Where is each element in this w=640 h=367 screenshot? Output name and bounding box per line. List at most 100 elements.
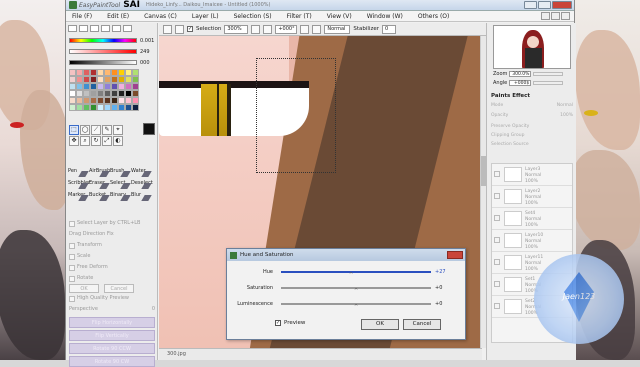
color-swatch[interactable] xyxy=(97,90,104,97)
transform-radio[interactable] xyxy=(69,242,75,249)
color-swatch[interactable] xyxy=(76,69,83,76)
rect-select-icon[interactable]: ⬚ xyxy=(69,125,79,135)
color-swatch[interactable] xyxy=(97,104,104,111)
color-swatch[interactable] xyxy=(83,83,90,90)
brush-tool-brush[interactable]: Brush xyxy=(110,168,131,178)
hand-icon[interactable]: ⤢ xyxy=(102,136,112,146)
brush-tool-marker[interactable]: Marker xyxy=(68,192,89,202)
menu-others[interactable]: Others (O) xyxy=(418,13,449,20)
brush-tool-deselect[interactable]: Deselect xyxy=(131,180,153,190)
mode-select[interactable]: Normal xyxy=(557,101,573,110)
layer-visibility-icon[interactable] xyxy=(494,193,500,199)
hsv-slider-tab[interactable] xyxy=(90,25,99,32)
minimize-button[interactable] xyxy=(524,1,537,9)
color-swatch[interactable] xyxy=(90,97,97,104)
mdi-close-button[interactable] xyxy=(561,12,570,20)
rotate-ccw-button[interactable]: Rotate 90 CCW xyxy=(69,343,155,354)
transform-cancel-button[interactable]: Cancel xyxy=(104,284,134,293)
color-swatch[interactable] xyxy=(118,97,125,104)
color-swatch[interactable] xyxy=(83,76,90,83)
brush-tool-pen[interactable]: Pen xyxy=(68,168,89,178)
color-icon[interactable]: ◐ xyxy=(113,136,123,146)
brush-tool-select[interactable]: Select xyxy=(110,180,131,190)
layer-row[interactable]: Layer3 Normal 100% xyxy=(492,164,572,186)
nav-angle-field[interactable]: +000$ xyxy=(509,80,532,86)
color-swatch[interactable] xyxy=(90,104,97,111)
opacity-value[interactable]: 100% xyxy=(560,111,573,120)
color-swatch[interactable] xyxy=(104,97,111,104)
rotate-radio[interactable] xyxy=(69,275,75,282)
move-icon[interactable]: ✥ xyxy=(69,136,79,146)
rotate-left-icon[interactable] xyxy=(300,24,310,34)
layer-visibility-icon[interactable] xyxy=(494,215,500,221)
color-swatch[interactable] xyxy=(69,76,76,83)
flip-vertical-button[interactable]: Flip Vertically xyxy=(69,330,155,341)
color-swatch[interactable] xyxy=(104,83,111,90)
nav-zoom-field[interactable]: 300.0% xyxy=(509,71,532,77)
rotate-icon[interactable]: ↻ xyxy=(91,136,101,146)
dialog-ok-button[interactable]: OK xyxy=(361,319,399,330)
layer-row[interactable]: Set4 Normal 100% xyxy=(492,208,572,230)
scale-radio[interactable] xyxy=(69,253,75,260)
color-swatch[interactable] xyxy=(83,97,90,104)
zoom-icon[interactable]: ⌕ xyxy=(80,136,90,146)
color-swatch[interactable] xyxy=(132,90,139,97)
brush-tool-water[interactable]: Water xyxy=(131,168,152,178)
color-swatch[interactable] xyxy=(97,69,104,76)
current-color-swatch[interactable] xyxy=(143,123,155,135)
transform-ok-button[interactable]: OK xyxy=(69,284,99,293)
brush-tool-scribbler[interactable]: Scribbler xyxy=(68,180,90,190)
color-swatch[interactable] xyxy=(104,69,111,76)
color-swatch[interactable] xyxy=(111,97,118,104)
nav-angle-slider[interactable] xyxy=(533,81,564,85)
pen-select-icon[interactable]: ✎ xyxy=(102,125,112,135)
navigator-preview[interactable] xyxy=(493,25,571,69)
brush-tool-binary[interactable]: Binary xyxy=(110,192,131,202)
layer-row[interactable]: Layer10 Normal 100% xyxy=(492,230,572,252)
color-swatch[interactable] xyxy=(118,76,125,83)
color-swatch[interactable] xyxy=(97,76,104,83)
dialog-cancel-button[interactable]: Cancel xyxy=(403,319,441,330)
close-button[interactable] xyxy=(552,1,572,9)
color-swatch[interactable] xyxy=(125,104,132,111)
brush-tool-blur[interactable]: Blur xyxy=(131,192,152,202)
color-swatch[interactable] xyxy=(132,104,139,111)
selection-marquee[interactable] xyxy=(256,58,336,173)
menu-window[interactable]: Window (W) xyxy=(367,13,403,20)
free-deform-radio[interactable] xyxy=(69,264,75,271)
layer-visibility-icon[interactable] xyxy=(494,237,500,243)
nav-zoom-slider[interactable] xyxy=(533,72,564,76)
menu-file[interactable]: File (F) xyxy=(72,13,92,20)
color-swatch[interactable] xyxy=(125,69,132,76)
color-swatch[interactable] xyxy=(125,97,132,104)
color-swatch[interactable] xyxy=(132,83,139,90)
color-swatch[interactable] xyxy=(111,83,118,90)
color-swatch[interactable] xyxy=(118,69,125,76)
color-swatch[interactable] xyxy=(90,76,97,83)
brush-tool-eraser[interactable]: Eraser xyxy=(89,180,110,190)
saturation-slider[interactable] xyxy=(69,49,137,54)
select-layer-checkbox[interactable] xyxy=(69,220,75,227)
color-swatch[interactable] xyxy=(69,104,76,111)
high-quality-checkbox[interactable] xyxy=(69,295,75,302)
blend-mode-select[interactable]: Normal xyxy=(324,24,351,34)
preserve-opacity-checkbox[interactable]: Preserve Opacity xyxy=(491,122,573,131)
brush-tool-bucket[interactable]: Bucket xyxy=(89,192,110,202)
scratchpad-tab[interactable] xyxy=(112,25,121,32)
color-swatch[interactable] xyxy=(111,104,118,111)
zoom-field[interactable]: 300% xyxy=(224,24,249,34)
saturation-slider-handle[interactable]: ^ xyxy=(354,288,358,294)
menu-canvas[interactable]: Canvas (C) xyxy=(144,13,177,20)
color-swatch[interactable] xyxy=(104,90,111,97)
menu-selection[interactable]: Selection (S) xyxy=(234,13,272,20)
color-swatch[interactable] xyxy=(125,76,132,83)
color-swatch[interactable] xyxy=(132,76,139,83)
color-wheel-tab[interactable] xyxy=(68,25,77,32)
selection-source-checkbox[interactable]: Selection Source xyxy=(491,140,573,149)
color-swatch[interactable] xyxy=(104,76,111,83)
preview-checkbox[interactable]: ✓ xyxy=(275,320,281,326)
color-swatch[interactable] xyxy=(69,69,76,76)
color-swatch[interactable] xyxy=(97,83,104,90)
color-swatch[interactable] xyxy=(69,90,76,97)
zoom-in-icon[interactable] xyxy=(251,24,261,34)
